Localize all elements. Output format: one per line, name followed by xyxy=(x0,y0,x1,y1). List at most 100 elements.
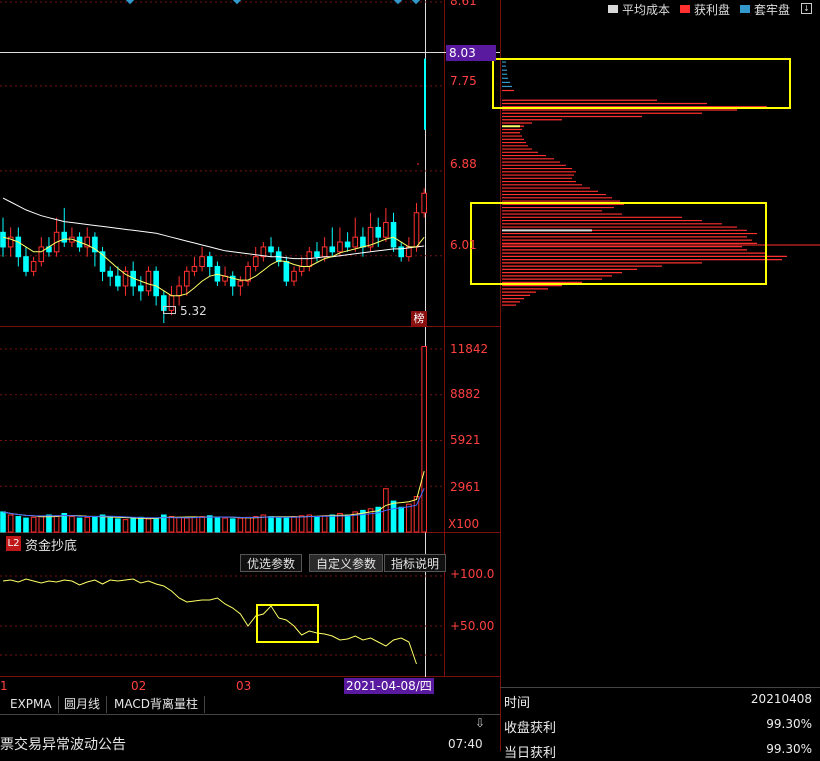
volume-bar xyxy=(145,518,152,533)
candle-body xyxy=(291,270,297,282)
volume-bar xyxy=(291,516,297,533)
legend-profit: 获利盘 xyxy=(680,3,730,17)
custom-params-button[interactable]: 自定义参数 xyxy=(309,554,384,572)
volume-tick-label: 5921 xyxy=(450,433,481,447)
volume-bar xyxy=(115,518,121,533)
legend-avg-cost: 平均成本 xyxy=(608,3,670,17)
candle-body xyxy=(360,236,366,248)
candle-body xyxy=(421,192,427,214)
candle-body xyxy=(191,265,198,272)
candle-body xyxy=(153,270,159,297)
price-tick-label: 7.75 xyxy=(450,74,477,88)
cursor-date-badge: 2021-04-08/四 xyxy=(344,678,434,694)
candle-body xyxy=(283,261,290,282)
volume-bar xyxy=(30,516,37,533)
volume-bar xyxy=(46,514,52,533)
candle-body xyxy=(61,231,68,243)
candle-body xyxy=(337,241,343,253)
candle-body xyxy=(390,222,397,248)
volume-bar xyxy=(99,514,106,533)
time-tick-label: 1 xyxy=(0,679,8,693)
candle-body xyxy=(23,256,29,272)
info-value: 99.30% xyxy=(766,742,812,756)
candle-body xyxy=(30,261,37,272)
legend-swatch xyxy=(680,5,690,13)
volume-bar xyxy=(7,514,14,533)
volume-bar xyxy=(0,511,6,533)
volume-bar xyxy=(252,516,259,533)
volume-bar xyxy=(176,516,182,533)
volume-bar xyxy=(183,517,190,533)
candle-body xyxy=(413,212,420,248)
indicator-name[interactable]: 资金抄底 xyxy=(25,535,77,554)
candle-body xyxy=(138,285,144,292)
candle-body xyxy=(183,270,190,287)
candle-body xyxy=(107,270,114,277)
volume-tick-label: 2961 xyxy=(450,480,481,494)
volume-bar xyxy=(199,516,205,533)
ma-long-line xyxy=(2,197,425,260)
candle-body xyxy=(321,246,328,258)
volume-bar xyxy=(23,517,29,533)
volume-bar xyxy=(84,516,91,533)
volume-bar xyxy=(107,517,114,533)
indicator-tick-label: +50.00 xyxy=(450,619,495,633)
diamond-marker xyxy=(232,0,242,5)
volume-bar xyxy=(329,514,336,533)
download-icon[interactable]: ↓ xyxy=(801,3,812,14)
info-time: 时间 20210408 xyxy=(504,692,816,711)
volume-bar xyxy=(92,516,98,533)
volume-bar xyxy=(76,517,83,533)
download-icon[interactable]: ⇩ xyxy=(474,716,486,730)
info-value: 20210408 xyxy=(750,692,812,706)
legend-swatch xyxy=(608,5,618,13)
volume-bar xyxy=(168,516,175,533)
volume-bar xyxy=(53,515,60,533)
candle-body xyxy=(329,246,336,253)
tab-expma[interactable]: EXPMA xyxy=(4,696,59,713)
preferred-params-button[interactable]: 优选参数 xyxy=(240,554,303,572)
volume-bar xyxy=(237,517,244,533)
time-tick-label: 02 xyxy=(131,679,147,693)
volume-bar xyxy=(191,516,198,533)
volume-bar xyxy=(38,516,45,533)
candle-body xyxy=(314,251,320,258)
volume-bar xyxy=(229,518,236,533)
volume-bar xyxy=(421,346,427,533)
info-label: 时间 xyxy=(504,696,531,711)
candle-body xyxy=(115,275,121,287)
tab-macd-divergence[interactable]: MACD背离量柱 xyxy=(108,696,205,713)
indicator-help-button[interactable]: 指标说明 xyxy=(384,554,447,572)
volume-bar xyxy=(314,516,320,533)
tab-moon-line[interactable]: 圆月线 xyxy=(58,696,108,713)
volume-bar xyxy=(283,516,290,533)
rank-badge[interactable]: 榜 xyxy=(411,311,427,327)
candle-body xyxy=(298,265,305,272)
volume-bar xyxy=(298,515,305,533)
volume-tick-label: 11842 xyxy=(450,342,489,356)
volume-bar xyxy=(398,506,404,533)
diamond-marker xyxy=(125,0,135,5)
chart-canvas xyxy=(0,0,820,751)
candle-body xyxy=(15,236,22,258)
volume-tick-label: 8882 xyxy=(450,387,481,401)
info-label: 当日获利 xyxy=(504,746,557,761)
candle-body xyxy=(237,280,244,287)
candle-body xyxy=(145,270,152,292)
price-tick-label: 6.01 xyxy=(450,238,477,252)
volume-bar xyxy=(306,514,313,533)
info-day-profit: 当日获利 99.30% xyxy=(504,742,816,761)
volume-bar xyxy=(390,500,397,533)
candle-body xyxy=(214,265,221,282)
candle-body xyxy=(306,251,313,267)
l2-badge: L2 xyxy=(6,536,21,551)
volume-bar xyxy=(153,517,159,533)
volume-bar xyxy=(268,516,274,533)
volume-bar xyxy=(206,515,213,533)
news-time: 07:40 xyxy=(448,737,483,751)
volume-bar xyxy=(15,516,22,533)
current-price-badge: 8.03 xyxy=(446,45,496,61)
info-value: 99.30% xyxy=(766,717,812,731)
news-headline[interactable]: 票交易异常波动公告 xyxy=(0,734,126,754)
candle-body xyxy=(344,241,351,248)
